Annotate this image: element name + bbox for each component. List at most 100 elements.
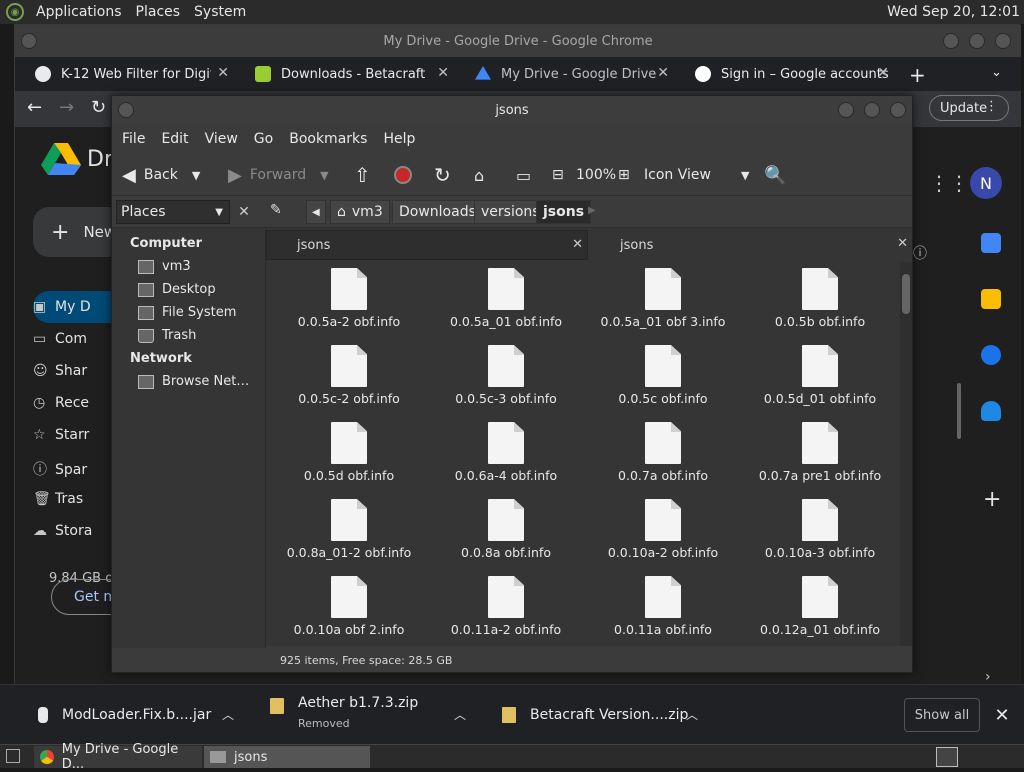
close-icon[interactable]	[890, 102, 906, 118]
file-item[interactable]: 0.0.8a obf.info	[431, 499, 581, 569]
menu-file[interactable]: File	[122, 131, 145, 147]
contacts-icon[interactable]	[981, 401, 1001, 421]
reload-icon[interactable]: ↻	[434, 154, 451, 196]
calendar-icon[interactable]	[981, 233, 1001, 253]
sidebar-item-browse-network[interactable]: Browse Net…	[138, 374, 249, 389]
system-logo-icon[interactable]: ◉	[6, 3, 24, 21]
file-item[interactable]: 0.0.6a-4 obf.info	[431, 422, 581, 492]
file-item[interactable]: 0.0.8a_01-2 obf.info	[274, 499, 424, 569]
menu-help[interactable]: Help	[383, 131, 415, 147]
kebab-menu-icon[interactable]: ⋮	[985, 99, 998, 114]
search-icon[interactable]: 🔍	[764, 154, 786, 196]
sidebar-item-vm3[interactable]: vm3	[138, 259, 191, 274]
taskbar-item-chrome[interactable]: My Drive - Google D...	[34, 742, 202, 772]
tab-close-icon[interactable]: ✕	[877, 65, 889, 81]
show-all-button[interactable]: Show all	[904, 698, 980, 732]
chrome-tab-sign-in[interactable]: Sign in – Google accounts ✕	[683, 57, 897, 91]
menu-view[interactable]: View	[205, 131, 238, 147]
back-button[interactable]: ◀ Back ▼	[122, 154, 200, 196]
menu-edit[interactable]: Edit	[161, 131, 188, 147]
chevron-up-icon[interactable]: ︿	[454, 706, 466, 723]
breadcrumb-jsons[interactable]: jsons	[536, 200, 592, 224]
maximize-icon[interactable]	[864, 102, 880, 118]
sidebar-item-trash[interactable]: Trash	[138, 328, 196, 343]
new-tab-icon[interactable]: +	[909, 63, 926, 87]
close-sidebar-icon[interactable]: ✕	[234, 200, 254, 224]
minimize-icon[interactable]	[943, 33, 959, 49]
download-item-modloader[interactable]: ModLoader.Fix.b....jar ︿	[38, 685, 244, 745]
downloads-close-icon[interactable]: ✕	[990, 698, 1014, 732]
fm-tab-1[interactable]: jsons ✕	[266, 230, 588, 260]
nav-shared[interactable]: ☺ Shar	[33, 363, 87, 379]
menu-go[interactable]: Go	[254, 131, 273, 147]
file-item[interactable]: 0.0.5d_01 obf.info	[745, 345, 895, 415]
info-icon[interactable]: ⓘ	[913, 243, 927, 263]
scrollbar-thumb[interactable]	[902, 274, 910, 314]
drive-logo-icon[interactable]	[41, 141, 81, 175]
sidebar-item-file-system[interactable]: File System	[138, 305, 236, 320]
file-item[interactable]: 0.0.5b obf.info	[745, 268, 895, 338]
file-item[interactable]: 0.0.7a obf.info	[588, 422, 738, 492]
file-item[interactable]: 0.0.7a pre1 obf.info	[745, 422, 895, 492]
breadcrumb-downloads[interactable]: Downloads	[392, 200, 483, 224]
minimize-icon[interactable]	[838, 102, 854, 118]
fm-tab-2[interactable]: jsons ✕	[590, 230, 912, 260]
zoom-out-icon[interactable]: ⊟	[552, 154, 564, 196]
edit-location-icon[interactable]: ✎	[270, 202, 282, 218]
zoom-in-icon[interactable]: ⊞	[618, 154, 630, 196]
file-item[interactable]: 0.0.10a-3 obf.info	[745, 499, 895, 569]
breadcrumb-scroll-right-icon[interactable]: ▶	[588, 205, 596, 216]
drive-scrollbar[interactable]	[957, 383, 961, 439]
menu-applications[interactable]: Applications	[34, 4, 124, 20]
file-item[interactable]: 0.0.5c-3 obf.info	[431, 345, 581, 415]
show-desktop-left-icon[interactable]	[6, 749, 20, 763]
sidebar-item-desktop[interactable]: Desktop	[138, 282, 216, 297]
nav-recent[interactable]: ◷ Rece	[33, 395, 89, 411]
nav-storage[interactable]: ☁ Stora	[33, 523, 92, 539]
chrome-tab-my-drive[interactable]: My Drive - Google Drive ✕	[463, 57, 677, 91]
tasks-icon[interactable]	[981, 345, 1001, 365]
tab-search-chevron-icon[interactable]: ⌄	[991, 65, 1002, 80]
nav-trash[interactable]: 🗑 Tras	[33, 491, 83, 507]
file-item[interactable]: 0.0.5c-2 obf.info	[274, 345, 424, 415]
account-avatar[interactable]: N	[970, 167, 1002, 199]
file-item[interactable]: 0.0.5a-2 obf.info	[274, 268, 424, 338]
back-history-chevron-icon[interactable]: ▼	[192, 169, 200, 182]
chevron-up-icon[interactable]: ︿	[686, 706, 698, 723]
forward-arrow-icon[interactable]: →	[59, 97, 74, 118]
file-item[interactable]: 0.0.11a obf.info	[588, 576, 738, 646]
places-selector[interactable]: Places ▼	[116, 200, 230, 224]
view-mode-select[interactable]: Icon View ▼	[644, 154, 749, 196]
chevron-up-icon[interactable]: ︿	[222, 706, 234, 723]
maximize-icon[interactable]	[969, 33, 985, 49]
stop-icon[interactable]	[394, 154, 412, 196]
window-menu-icon[interactable]	[118, 102, 134, 118]
download-item-aether[interactable]: Aether b1.7.3.zip Removed ︿	[270, 685, 480, 745]
breadcrumb-vm3[interactable]: ⌂ vm3	[330, 200, 390, 224]
menu-bookmarks[interactable]: Bookmarks	[289, 131, 367, 147]
apps-grid-icon[interactable]: ⋮⋮	[929, 171, 969, 195]
menu-system[interactable]: System	[192, 4, 248, 20]
nav-starred[interactable]: ☆ Starr	[33, 427, 89, 443]
file-item[interactable]: 0.0.5c obf.info	[588, 345, 738, 415]
forward-history-chevron-icon[interactable]: ▼	[320, 169, 328, 182]
chrome-tab-betacraft[interactable]: Downloads - Betacraft ✕	[243, 57, 457, 91]
computer-icon[interactable]: ▭	[516, 154, 531, 196]
tab-close-icon[interactable]: ✕	[437, 65, 449, 81]
forward-button[interactable]: ▶ Forward ▼	[228, 154, 329, 196]
up-arrow-icon[interactable]: ⇧	[354, 154, 371, 196]
nav-spam[interactable]: ⓘ Spar	[33, 459, 87, 479]
keep-icon[interactable]	[981, 289, 1001, 309]
workspace-switcher[interactable]	[936, 747, 958, 767]
breadcrumb-scroll-left-icon[interactable]: ◀	[306, 200, 326, 224]
chrome-tab-k12[interactable]: K-12 Web Filter for Digital ✕	[23, 57, 237, 91]
file-item[interactable]: 0.0.11a-2 obf.info	[431, 576, 581, 646]
home-icon[interactable]: ⌂	[474, 154, 484, 196]
close-icon[interactable]	[995, 33, 1011, 49]
menu-places[interactable]: Places	[134, 4, 183, 20]
file-item[interactable]: 0.0.5d obf.info	[274, 422, 424, 492]
fm-scrollbar[interactable]	[900, 262, 912, 646]
window-menu-icon[interactable]	[21, 33, 37, 49]
chevron-right-icon[interactable]: ›	[985, 669, 991, 685]
file-item[interactable]: 0.0.10a obf 2.info	[274, 576, 424, 646]
